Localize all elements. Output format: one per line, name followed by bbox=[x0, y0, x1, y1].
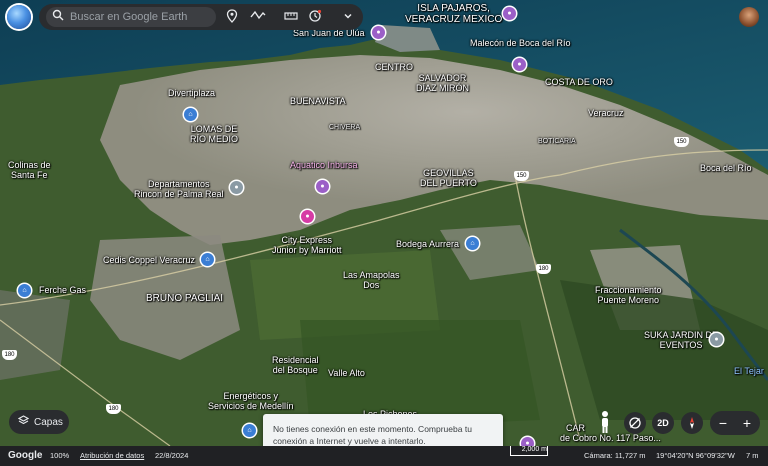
label-veracruz: Veracruz bbox=[588, 108, 624, 118]
label-residencial: Residencial del Bosque bbox=[272, 355, 319, 375]
label-cedis: Cedis Coppel Veracruz bbox=[103, 255, 196, 265]
highway-shield: 180 bbox=[106, 404, 121, 414]
chevron-down-icon[interactable] bbox=[340, 9, 356, 25]
data-attribution-link[interactable]: Atribución de datos bbox=[80, 446, 144, 466]
label-cobro: de Cobro No. 117 Paso... bbox=[560, 433, 661, 443]
layers-icon bbox=[17, 415, 30, 429]
label-colinas: Colinas de Santa Fe bbox=[8, 160, 51, 180]
label-car: CAR bbox=[566, 423, 586, 433]
label-ferche: Ferche Gas bbox=[39, 285, 87, 295]
pegman-icon[interactable] bbox=[598, 410, 612, 434]
zoom-in-button[interactable]: + bbox=[737, 413, 757, 433]
place-pin[interactable]: ⌂ bbox=[201, 253, 214, 266]
place-pin[interactable]: ● bbox=[301, 210, 314, 223]
place-pin[interactable]: ● bbox=[513, 58, 526, 71]
label-suka: SUKA JARDIN DE EVENTOS bbox=[644, 330, 719, 350]
zoom-controls: − + bbox=[710, 411, 760, 435]
label-chivera: CHIVERA bbox=[329, 124, 361, 131]
scale-bar: 2,000 m bbox=[510, 446, 548, 456]
label-bodega: Bodega Aurrera bbox=[396, 239, 460, 249]
place-icon[interactable] bbox=[224, 9, 240, 25]
no-tilt-icon bbox=[629, 417, 641, 429]
zoom-out-button[interactable]: − bbox=[713, 413, 733, 433]
highway-shield: 150 bbox=[514, 171, 529, 181]
top-toolbar: Buscar en Google Earth bbox=[39, 4, 363, 30]
highway-shield: 180 bbox=[2, 350, 17, 360]
place-pin[interactable]: ● bbox=[230, 181, 243, 194]
label-salvador: SALVADOR DÍAZ MIRÓN bbox=[416, 73, 469, 93]
label-energeticos: Energéticos y Servicios de Medellín bbox=[208, 391, 294, 411]
label-bruno: BRUNO PAGLIAI bbox=[146, 293, 224, 304]
place-pin[interactable]: ⌂ bbox=[243, 424, 256, 437]
label-city-express: City Express Junior by Marriott bbox=[272, 235, 342, 255]
place-pin[interactable]: ● bbox=[372, 26, 385, 39]
avatar[interactable] bbox=[739, 7, 759, 27]
place-pin[interactable]: ● bbox=[316, 180, 329, 193]
place-pin[interactable]: ⌂ bbox=[466, 237, 479, 250]
label-departamentos: Departamentos Rincon de Palma Real bbox=[134, 179, 224, 199]
label-buenavista: BUENAVISTA bbox=[290, 96, 346, 106]
ruler-icon[interactable] bbox=[283, 9, 299, 25]
layers-label: Capas bbox=[34, 416, 63, 428]
google-earth-logo[interactable] bbox=[7, 5, 31, 29]
place-pin[interactable]: ● bbox=[710, 333, 723, 346]
label-boca: Boca del Río bbox=[700, 163, 752, 173]
search-box[interactable]: Buscar en Google Earth bbox=[46, 7, 216, 27]
place-pin[interactable]: ● bbox=[503, 7, 516, 20]
label-fraccionamiento: Fraccionamiento Puente Moreno bbox=[595, 285, 662, 305]
label-costa-oro: COSTA DE ORO bbox=[545, 77, 613, 87]
layers-button[interactable]: Capas bbox=[9, 410, 69, 434]
label-malecon: Malecón de Boca del Río bbox=[470, 38, 571, 48]
label-el-tejar: El Tejar bbox=[734, 366, 764, 376]
search-icon[interactable] bbox=[50, 9, 66, 25]
label-amapolas: Las Amapolas Dos bbox=[343, 270, 400, 290]
search-input[interactable]: Buscar en Google Earth bbox=[70, 11, 187, 23]
label-isla-pajaros: ISLA PAJAROS, VERACRUZ MEXICO bbox=[405, 3, 503, 25]
compass-button[interactable] bbox=[681, 412, 703, 434]
label-divertiplaza: Divertiplaza bbox=[168, 88, 216, 98]
elevation: 7 m bbox=[746, 451, 759, 460]
compass-icon bbox=[690, 417, 694, 429]
label-centro: CENTRO bbox=[375, 62, 413, 72]
path-icon[interactable] bbox=[250, 9, 266, 25]
label-valle: Valle Alto bbox=[328, 368, 365, 378]
coordinates: 19°04'20"N 96°09'32"W bbox=[656, 451, 735, 460]
reset-tilt-button[interactable] bbox=[624, 412, 646, 434]
imagery-date: 22/8/2024 bbox=[155, 451, 189, 460]
2d-button[interactable]: 2D bbox=[652, 412, 674, 434]
label-aquatico: Aquatico Inbursa bbox=[290, 160, 358, 170]
place-pin[interactable]: ⌂ bbox=[184, 108, 197, 121]
camera-altitude: Cámara: 11,727 m bbox=[584, 451, 646, 460]
history-icon[interactable] bbox=[307, 9, 323, 25]
status-bar: Google 100% Atribución de datos 22/8/202… bbox=[0, 446, 768, 466]
label-boticaria: BOTICARIA bbox=[538, 138, 576, 145]
highway-shield: 180 bbox=[536, 264, 551, 274]
google-logo: Google bbox=[8, 450, 43, 461]
label-geovillas: GEOVILLAS DEL PUERTO bbox=[420, 168, 477, 188]
highway-shield: 150 bbox=[674, 137, 689, 147]
zoom-level: 100% bbox=[50, 451, 70, 460]
label-lomas: LOMAS DE RÍO MEDIO bbox=[190, 124, 239, 144]
place-pin[interactable]: ⌂ bbox=[18, 284, 31, 297]
